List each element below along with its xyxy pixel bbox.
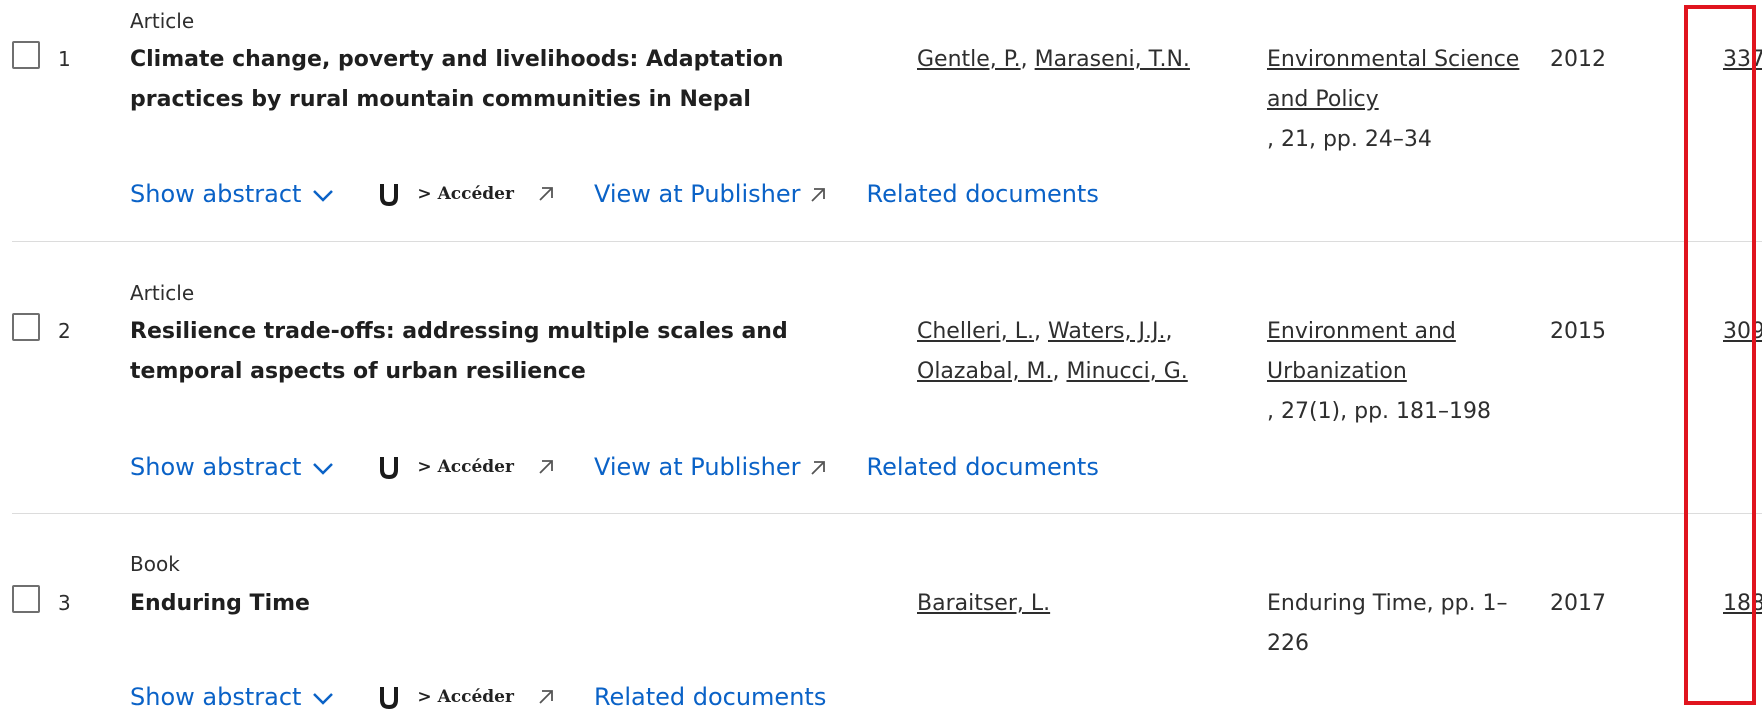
select-checkbox[interactable] <box>12 585 40 613</box>
source: Environment and Urbanization , 27(1), pp… <box>1267 312 1537 432</box>
row-divider <box>12 513 1762 514</box>
select-checkbox[interactable] <box>12 313 40 341</box>
document-title[interactable]: Resilience trade-offs: addressing multip… <box>130 312 890 392</box>
show-abstract-button[interactable]: Show abstract <box>130 683 335 711</box>
document-title[interactable]: Climate change, poverty and livelihoods:… <box>130 40 890 120</box>
u-library-logo-icon[interactable] <box>379 685 399 709</box>
citation-count-link[interactable]: 337 <box>1723 47 1762 72</box>
document-type: Article <box>130 281 195 305</box>
row-divider <box>12 241 1762 242</box>
view-at-publisher-label: View at Publisher <box>593 453 801 481</box>
citation-count-link[interactable]: 188 <box>1723 591 1762 616</box>
view-at-publisher-link[interactable]: View at Publisher <box>594 180 829 208</box>
u-library-logo-icon[interactable] <box>379 182 399 206</box>
authors: Baraitser, L. <box>917 584 1217 624</box>
citation-count: 188 <box>1723 584 1762 624</box>
external-link-icon <box>811 461 826 475</box>
select-checkbox[interactable] <box>12 41 40 69</box>
author-link[interactable]: Gentle, P. <box>917 47 1021 72</box>
document-type: Book <box>130 552 180 576</box>
chevron-down-icon <box>313 463 334 475</box>
view-at-publisher-label: View at Publisher <box>593 180 801 208</box>
show-abstract-button[interactable]: Show abstract <box>130 453 335 481</box>
external-link-icon[interactable] <box>536 184 556 204</box>
author-link[interactable]: Olazabal, M. <box>917 359 1052 384</box>
year: 2012 <box>1550 47 1606 72</box>
external-link-icon[interactable] <box>536 457 556 477</box>
show-abstract-button[interactable]: Show abstract <box>130 180 335 208</box>
author-link[interactable]: Chelleri, L. <box>917 319 1034 344</box>
author-link[interactable]: Minucci, G. <box>1066 359 1187 384</box>
result-number: 1 <box>58 47 71 71</box>
year: 2015 <box>1550 319 1606 344</box>
author-link[interactable]: Maraseni, T.N. <box>1035 47 1190 72</box>
chevron-down-icon <box>313 190 334 202</box>
show-abstract-label: Show abstract <box>130 683 302 711</box>
source-title-link[interactable]: Environment and Urbanization <box>1267 319 1456 384</box>
source: Enduring Time, pp. 1–226 <box>1267 591 1508 656</box>
acceder-link[interactable]: > Accéder <box>417 457 514 477</box>
result-actions: Show abstract > Accéder View at Publishe… <box>130 176 1099 212</box>
view-at-publisher-link[interactable]: View at Publisher <box>594 453 829 481</box>
document-type: Article <box>130 9 195 33</box>
year: 2017 <box>1550 591 1606 616</box>
result-number: 3 <box>58 591 71 615</box>
related-documents-link[interactable]: Related documents <box>866 453 1098 481</box>
show-abstract-label: Show abstract <box>130 453 302 481</box>
external-link-icon <box>811 188 826 202</box>
author-link[interactable]: Waters, J.J. <box>1048 319 1165 344</box>
result-actions: Show abstract > Accéder View at Publishe… <box>130 449 1099 485</box>
acceder-link[interactable]: > Accéder <box>417 687 514 707</box>
authors: Chelleri, L., Waters, J.J., Olazabal, M.… <box>917 319 1188 384</box>
citation-count-link[interactable]: 309 <box>1723 319 1762 344</box>
author-link[interactable]: Baraitser, L. <box>917 591 1050 616</box>
external-link-icon[interactable] <box>536 687 556 707</box>
citation-count: 337 <box>1723 40 1762 80</box>
source-detail: , 21, pp. 24–34 <box>1267 127 1432 152</box>
source: Environmental Science and Policy , 21, p… <box>1267 40 1537 160</box>
chevron-down-icon <box>313 693 334 705</box>
acceder-link[interactable]: > Accéder <box>417 184 514 204</box>
show-abstract-label: Show abstract <box>130 180 302 208</box>
document-title[interactable]: Enduring Time <box>130 584 890 624</box>
related-documents-link[interactable]: Related documents <box>594 683 826 711</box>
related-documents-link[interactable]: Related documents <box>866 180 1098 208</box>
source-title-link[interactable]: Environmental Science and Policy <box>1267 47 1519 112</box>
u-library-logo-icon[interactable] <box>379 455 399 479</box>
result-number: 2 <box>58 319 71 343</box>
authors: Gentle, P., Maraseni, T.N. <box>917 47 1190 72</box>
source-detail: , 27(1), pp. 181–198 <box>1267 399 1492 424</box>
citation-count: 309 <box>1723 312 1762 352</box>
